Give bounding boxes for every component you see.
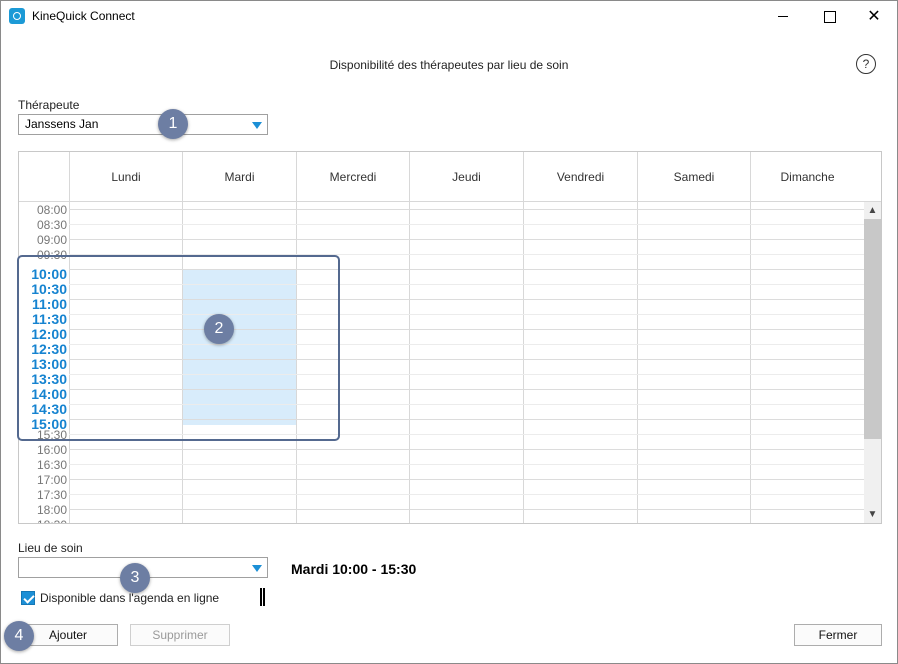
dropdown-arrow-icon bbox=[252, 122, 262, 129]
maximize-button[interactable] bbox=[806, 1, 852, 32]
time-row-line bbox=[69, 209, 864, 210]
delete-button[interactable]: Supprimer bbox=[130, 624, 230, 646]
time-row-line bbox=[69, 494, 864, 495]
time-label: 16:30 bbox=[36, 458, 67, 472]
online-agenda-checkbox[interactable] bbox=[21, 591, 35, 605]
time-label: 17:30 bbox=[36, 488, 67, 502]
day-header-samedi: Samedi bbox=[637, 152, 750, 202]
day-header-mardi: Mardi bbox=[182, 152, 296, 202]
callout-marker: 3 bbox=[120, 563, 150, 593]
dropdown-arrow-icon bbox=[252, 565, 262, 572]
column-divider bbox=[750, 202, 751, 523]
time-label: 18:30 bbox=[19, 518, 67, 523]
scroll-up-icon[interactable]: ▲ bbox=[864, 202, 881, 219]
callout-marker: 2 bbox=[204, 314, 234, 344]
time-label: 17:00 bbox=[36, 473, 67, 487]
day-header-vendredi: Vendredi bbox=[523, 152, 637, 202]
close-button[interactable]: Fermer bbox=[794, 624, 882, 646]
time-row-line bbox=[69, 479, 864, 480]
separator-bar bbox=[260, 588, 262, 606]
time-row-line bbox=[69, 239, 864, 240]
therapist-label: Thérapeute bbox=[18, 98, 80, 112]
day-header-row: Lundi Mardi Mercredi Jeudi Vendredi Samedi Dim… bbox=[19, 152, 881, 202]
location-label: Lieu de soin bbox=[18, 541, 83, 555]
separator-bar bbox=[263, 588, 265, 606]
time-row-line bbox=[69, 224, 864, 225]
app-window: KineQuick Connect ✕ Disponibilité des th… bbox=[0, 0, 898, 664]
callout-marker: 4 bbox=[4, 621, 34, 651]
title-bar: KineQuick Connect ✕ bbox=[1, 1, 897, 32]
time-label: 09:00 bbox=[36, 233, 67, 247]
column-divider bbox=[523, 202, 524, 523]
time-label: 08:30 bbox=[36, 218, 67, 232]
time-label: 08:00 bbox=[36, 203, 67, 217]
selection-summary: Mardi 10:00 - 15:30 bbox=[291, 561, 417, 577]
minimize-button[interactable] bbox=[760, 1, 806, 32]
help-icon[interactable]: ? bbox=[856, 54, 876, 74]
column-divider bbox=[637, 202, 638, 523]
time-label: 16:00 bbox=[36, 443, 67, 457]
therapist-select[interactable]: Janssens Jan bbox=[18, 114, 268, 135]
day-header-dimanche: Dimanche bbox=[750, 152, 864, 202]
callout-marker: 1 bbox=[158, 109, 188, 139]
app-logo-icon bbox=[9, 8, 25, 24]
time-row-line bbox=[69, 464, 864, 465]
online-agenda-label[interactable]: Disponible dans l'agenda en ligne bbox=[40, 591, 219, 605]
therapist-selected-value: Janssens Jan bbox=[25, 117, 99, 131]
column-divider bbox=[409, 202, 410, 523]
time-row-line bbox=[69, 449, 864, 450]
scroll-down-icon[interactable]: ▼ bbox=[864, 506, 881, 523]
time-row-line bbox=[69, 509, 864, 510]
scroll-thumb[interactable] bbox=[864, 219, 881, 439]
vertical-scrollbar[interactable]: ▲ ▼ bbox=[864, 202, 881, 523]
day-header-mercredi: Mercredi bbox=[296, 152, 409, 202]
window-title: KineQuick Connect bbox=[32, 9, 135, 23]
day-header-lundi: Lundi bbox=[69, 152, 182, 202]
time-label: 18:00 bbox=[36, 503, 67, 517]
selection-highlight-box bbox=[17, 255, 340, 441]
day-header-jeudi: Jeudi bbox=[409, 152, 523, 202]
dialog-title: Disponibilité des thérapeutes par lieu d… bbox=[329, 58, 569, 72]
close-window-button[interactable]: ✕ bbox=[851, 1, 897, 32]
